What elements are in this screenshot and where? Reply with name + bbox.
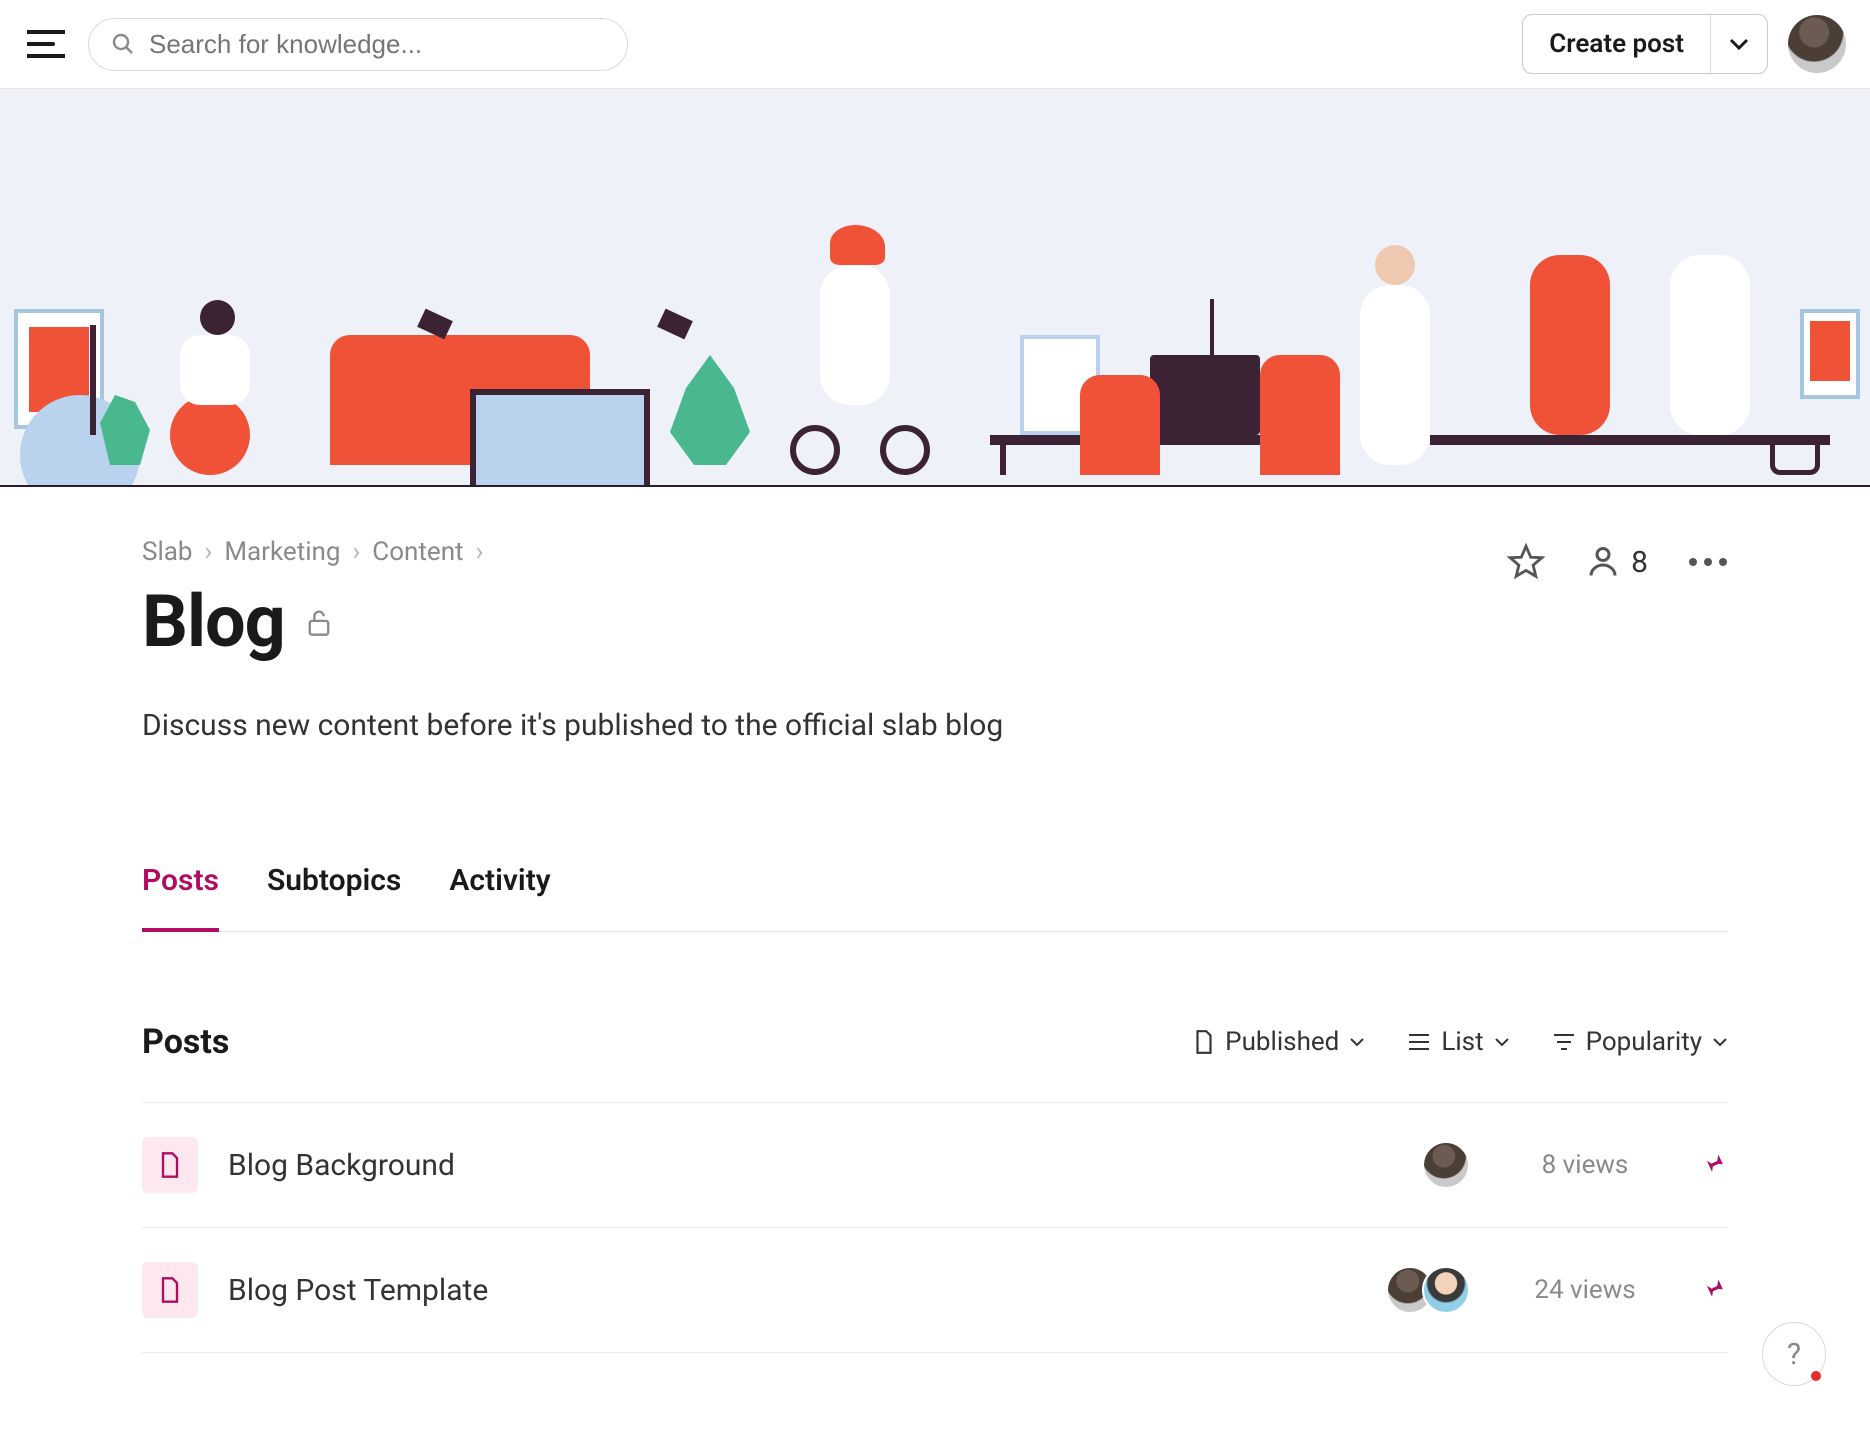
create-post-dropdown[interactable] bbox=[1711, 37, 1767, 51]
pin-icon bbox=[1700, 1275, 1726, 1301]
create-post-label: Create post bbox=[1523, 29, 1710, 59]
page-description: Discuss new content before it's publishe… bbox=[142, 708, 1728, 743]
chevron-down-icon bbox=[1729, 37, 1749, 51]
page-actions: 8 bbox=[1507, 537, 1728, 581]
notification-dot bbox=[1811, 1371, 1821, 1381]
chevron-down-icon bbox=[1712, 1037, 1728, 1047]
breadcrumb-item[interactable]: Slab bbox=[142, 537, 193, 567]
create-post-button[interactable]: Create post bbox=[1522, 14, 1768, 74]
tab-activity[interactable]: Activity bbox=[449, 863, 550, 932]
breadcrumb-item[interactable]: Marketing bbox=[224, 537, 340, 567]
post-list: Blog Background 8 views Blog Post bbox=[142, 1102, 1728, 1353]
menu-button[interactable] bbox=[24, 22, 68, 66]
breadcrumb-separator: › bbox=[476, 537, 484, 567]
document-badge bbox=[142, 1137, 198, 1193]
post-row[interactable]: Blog Background 8 views bbox=[142, 1102, 1728, 1228]
more-button[interactable] bbox=[1688, 557, 1728, 567]
pin-button[interactable] bbox=[1700, 1150, 1728, 1180]
author-avatar[interactable] bbox=[1422, 1141, 1470, 1189]
hero-banner bbox=[0, 89, 1870, 487]
filter-view[interactable]: List bbox=[1407, 1027, 1509, 1057]
star-icon bbox=[1507, 543, 1545, 581]
user-icon bbox=[1585, 544, 1621, 580]
filter-status[interactable]: Published bbox=[1193, 1027, 1365, 1057]
pin-button[interactable] bbox=[1700, 1275, 1728, 1305]
author-avatar[interactable] bbox=[1422, 1266, 1470, 1314]
filter-view-label: List bbox=[1441, 1027, 1483, 1057]
post-title[interactable]: Blog Background bbox=[228, 1148, 1392, 1183]
document-icon bbox=[158, 1151, 182, 1179]
document-badge bbox=[142, 1262, 198, 1318]
filter-sort[interactable]: Popularity bbox=[1552, 1027, 1728, 1057]
filter-sort-label: Popularity bbox=[1586, 1027, 1702, 1057]
document-icon bbox=[158, 1276, 182, 1304]
tab-subtopics[interactable]: Subtopics bbox=[267, 863, 401, 932]
chevron-down-icon bbox=[1349, 1037, 1365, 1047]
filter-status-label: Published bbox=[1225, 1027, 1339, 1057]
post-title[interactable]: Blog Post Template bbox=[228, 1273, 1356, 1308]
tabs: Posts Subtopics Activity bbox=[142, 863, 1728, 932]
user-avatar[interactable] bbox=[1788, 15, 1846, 73]
search-icon bbox=[111, 31, 135, 57]
help-label: ? bbox=[1787, 1337, 1801, 1372]
breadcrumb: Slab › Marketing › Content › bbox=[142, 537, 1477, 567]
page-title: Blog bbox=[142, 579, 285, 664]
list-icon bbox=[1407, 1032, 1431, 1052]
members-button[interactable]: 8 bbox=[1585, 544, 1648, 580]
member-count: 8 bbox=[1631, 545, 1648, 580]
help-button[interactable]: ? bbox=[1762, 1322, 1826, 1386]
page-content: Slab › Marketing › Content › Blog bbox=[50, 487, 1820, 1353]
breadcrumb-item[interactable]: Content bbox=[372, 537, 463, 567]
posts-section: Posts Published List bbox=[142, 1022, 1728, 1353]
hamburger-icon bbox=[27, 29, 65, 59]
posts-heading: Posts bbox=[142, 1022, 1193, 1062]
chevron-down-icon bbox=[1494, 1037, 1510, 1047]
breadcrumb-separator: › bbox=[352, 537, 360, 567]
unlock-icon bbox=[305, 607, 333, 637]
post-views: 24 views bbox=[1500, 1275, 1670, 1305]
post-row[interactable]: Blog Post Template 24 views bbox=[142, 1228, 1728, 1353]
search-field[interactable] bbox=[88, 18, 628, 71]
sort-icon bbox=[1552, 1032, 1576, 1052]
post-authors bbox=[1386, 1266, 1470, 1314]
search-input[interactable] bbox=[149, 29, 605, 60]
favorite-button[interactable] bbox=[1507, 543, 1545, 581]
breadcrumb-separator: › bbox=[205, 537, 213, 567]
post-views: 8 views bbox=[1500, 1150, 1670, 1180]
pin-icon bbox=[1700, 1150, 1726, 1176]
document-icon bbox=[1193, 1029, 1215, 1055]
tab-posts[interactable]: Posts bbox=[142, 863, 219, 932]
app-header: Create post bbox=[0, 0, 1870, 89]
post-authors bbox=[1422, 1141, 1470, 1189]
more-horizontal-icon bbox=[1688, 557, 1728, 567]
